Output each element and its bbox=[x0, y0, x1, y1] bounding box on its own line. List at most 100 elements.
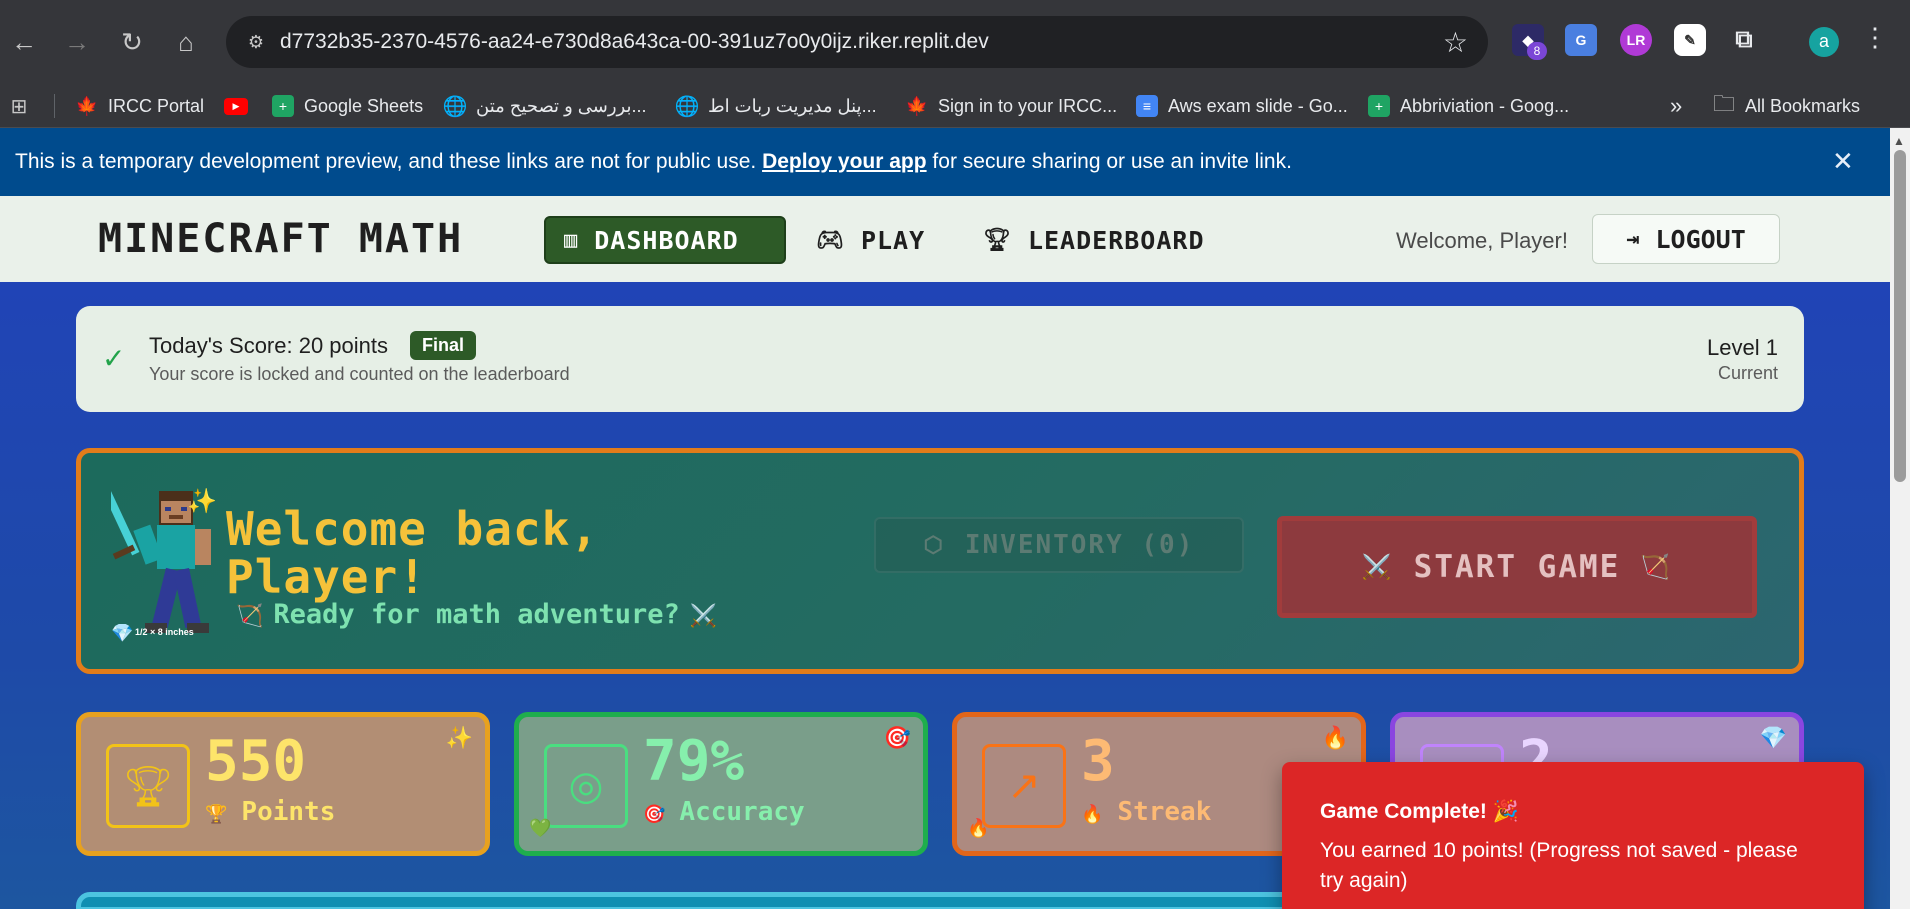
logout-label: LOGOUT bbox=[1655, 224, 1746, 254]
trophy-emoji: 🏆 bbox=[205, 804, 228, 825]
points-value: 550 bbox=[205, 729, 307, 794]
bookmark-google-sheets[interactable]: + Google Sheets bbox=[272, 84, 423, 128]
level-caption: Current bbox=[1717, 363, 1778, 383]
todays-score-subtitle: Your score is locked and counted on the … bbox=[149, 364, 570, 384]
target-icon: ◎ bbox=[544, 744, 628, 828]
back-icon[interactable]: ← bbox=[4, 22, 44, 62]
sparkle-icon: ✨ bbox=[445, 725, 473, 750]
scrollbar-thumb[interactable] bbox=[1894, 150, 1906, 482]
trending-up-icon: ↗ bbox=[982, 744, 1066, 828]
tracker-extension-icon[interactable]: ✎ bbox=[1674, 24, 1706, 56]
youtube-icon: ▶ bbox=[224, 97, 248, 115]
site-info-icon[interactable]: ⚙ bbox=[242, 28, 270, 56]
nav-leaderboard-label: LEADERBOARD bbox=[1027, 225, 1205, 255]
accuracy-value: 79% bbox=[643, 729, 745, 794]
inventory-button[interactable]: ⬡ INVENTORY (0) bbox=[874, 517, 1244, 573]
trophy-icon: 🏆︎ bbox=[983, 227, 1012, 253]
nav-leaderboard[interactable]: 🏆︎ LEADERBOARD bbox=[965, 216, 1223, 264]
nav-play-label: PLAY bbox=[860, 225, 926, 255]
forward-icon[interactable]: → bbox=[57, 22, 97, 62]
home-icon[interactable]: ⌂ bbox=[166, 22, 206, 62]
bookmark-aws-slide[interactable]: ≡ Aws exam slide - Go... bbox=[1136, 84, 1348, 128]
streak-value: 3 bbox=[1081, 729, 1115, 794]
points-label-row: 🏆 Points bbox=[205, 797, 335, 827]
inventory-label: INVENTORY (0) bbox=[964, 530, 1195, 560]
hero-subtitle-row: 🏹 Ready for math adventure? ⚔️ bbox=[226, 599, 727, 630]
logout-button[interactable]: ⇥ LOGOUT bbox=[1592, 214, 1780, 264]
diamond-corner-icon: 💎 bbox=[1759, 725, 1787, 750]
browser-toolbar: ← → ↻ ⌂ ⚙ d7732b35-2370-4576-aa24-e730d8… bbox=[0, 0, 1910, 84]
hero-title: Welcome back, Player! bbox=[226, 502, 600, 604]
points-label: Points bbox=[241, 797, 336, 827]
all-bookmarks-label: All Bookmarks bbox=[1745, 95, 1861, 116]
bow-icon: 🏹 bbox=[1640, 553, 1673, 581]
globe-icon: 🌐 bbox=[442, 95, 468, 118]
bookmark-bot-panel[interactable]: 🌐 پنل مدیریت ربات اط... bbox=[674, 84, 877, 128]
final-badge: Final bbox=[410, 331, 477, 360]
welcome-hero-card: ✨ 💎 1/2 × 8 inches Welcome back, Player!… bbox=[76, 448, 1804, 674]
tiny-caption: 1/2 × 8 inches bbox=[135, 627, 194, 637]
lr-extension-icon[interactable]: LR bbox=[1620, 24, 1652, 56]
stat-card-accuracy: ◎ 79% 🎯 Accuracy 🎯 💚 bbox=[514, 712, 928, 856]
app-header: MINECRAFT MATH ▥ DASHBOARD 🎮︎ PLAY 🏆︎ LEADE… bbox=[0, 196, 1890, 282]
address-bar[interactable]: ⚙ d7732b35-2370-4576-aa24-e730d8a643ca-0… bbox=[226, 16, 1488, 68]
bookmark-star-icon[interactable]: ☆ bbox=[1443, 26, 1468, 59]
folder-icon: 🗀 bbox=[1713, 91, 1736, 116]
bookmarks-divider bbox=[54, 94, 55, 118]
bookmark-ircc-portal[interactable]: 🍁 IRCC Portal bbox=[76, 84, 204, 128]
close-icon[interactable]: ✕ bbox=[1832, 146, 1854, 177]
bookmark-label: Sign in to your IRCC... bbox=[938, 95, 1118, 116]
game-complete-toast[interactable]: Game Complete! 🎉 You earned 10 points! (… bbox=[1282, 762, 1864, 909]
bookmark-label: پنل مدیریت ربات اط... bbox=[708, 95, 877, 116]
bookmark-text-review[interactable]: 🌐 بررسی و تصحیح متن... bbox=[442, 84, 647, 128]
fire-emoji: 🔥 bbox=[1081, 804, 1104, 825]
start-game-button[interactable]: ⚔️ START GAME 🏹 bbox=[1277, 516, 1757, 618]
toast-title: Game Complete! 🎉 bbox=[1320, 800, 1519, 823]
bookmark-label: Aws exam slide - Go... bbox=[1168, 95, 1348, 116]
bar-chart-icon: ▥ bbox=[564, 227, 579, 253]
heart-icon: 💚 bbox=[529, 818, 552, 838]
nav-dashboard[interactable]: ▥ DASHBOARD bbox=[544, 216, 786, 264]
accuracy-label-row: 🎯 Accuracy bbox=[643, 797, 805, 827]
nav-play[interactable]: 🎮︎ PLAY bbox=[798, 216, 943, 264]
bookmark-abbreviation[interactable]: + Abbriviation - Goog... bbox=[1368, 84, 1569, 128]
bookmark-label: IRCC Portal bbox=[108, 95, 205, 116]
dev-preview-banner: This is a temporary development preview,… bbox=[0, 128, 1890, 196]
bookmark-label: Google Sheets bbox=[304, 95, 424, 116]
stat-card-points: 🏆︎ 550 🏆 Points ✨ bbox=[76, 712, 490, 856]
hero-subtitle: Ready for math adventure? bbox=[273, 599, 680, 630]
globe-icon: 🌐 bbox=[674, 95, 700, 118]
accuracy-label: Accuracy bbox=[679, 797, 805, 827]
check-icon: ✓ bbox=[102, 343, 126, 374]
translate-extension-icon[interactable]: G bbox=[1565, 24, 1597, 56]
bookmark-label: بررسی و تصحیح متن... bbox=[476, 95, 647, 116]
extension-badge: 8 bbox=[1527, 42, 1547, 60]
more-bookmarks-chevron[interactable]: » bbox=[1670, 84, 1682, 128]
level-value: Level 1 bbox=[1707, 335, 1778, 360]
flame-small-icon: 🔥 bbox=[967, 818, 990, 838]
apps-grid-icon[interactable]: ⊞ bbox=[8, 84, 40, 128]
bookmark-ircc-sign-in[interactable]: 🍁 Sign in to your IRCC... bbox=[906, 84, 1117, 128]
menu-kebab-icon[interactable]: ⋮ bbox=[1862, 22, 1888, 53]
maple-leaf-icon: 🍁 bbox=[75, 95, 99, 116]
url-text[interactable]: d7732b35-2370-4576-aa24-e730d8a643ca-00-… bbox=[280, 30, 989, 54]
sheets-icon: + bbox=[272, 95, 294, 117]
fire-corner-icon: 🔥 bbox=[1321, 725, 1349, 750]
target-emoji: 🎯 bbox=[643, 804, 666, 825]
extensions-puzzle-icon[interactable]: ⧉ bbox=[1728, 24, 1760, 56]
todays-score-title: Today's Score: 20 points bbox=[149, 333, 389, 358]
scroll-up-arrow[interactable]: ▲ bbox=[1893, 134, 1905, 148]
bookmark-youtube[interactable]: ▶ bbox=[224, 84, 258, 128]
reload-icon[interactable]: ↻ bbox=[112, 22, 152, 62]
all-bookmarks-folder[interactable]: 🗀 All Bookmarks bbox=[1713, 84, 1860, 128]
brand-logo[interactable]: MINECRAFT MATH bbox=[98, 216, 463, 262]
deploy-app-link[interactable]: Deploy your app bbox=[762, 150, 927, 173]
docs-icon: ≡ bbox=[1136, 95, 1158, 117]
sheets-icon: + bbox=[1368, 95, 1390, 117]
start-game-label: START GAME bbox=[1413, 549, 1621, 585]
profile-avatar[interactable]: a bbox=[1809, 27, 1839, 57]
bookmark-label: Abbriviation - Goog... bbox=[1400, 95, 1570, 116]
diamond-icon: 💎 bbox=[111, 623, 134, 643]
streak-label: Streak bbox=[1117, 797, 1212, 827]
dev-banner-text-tail: for secure sharing or use an invite link… bbox=[926, 150, 1292, 173]
